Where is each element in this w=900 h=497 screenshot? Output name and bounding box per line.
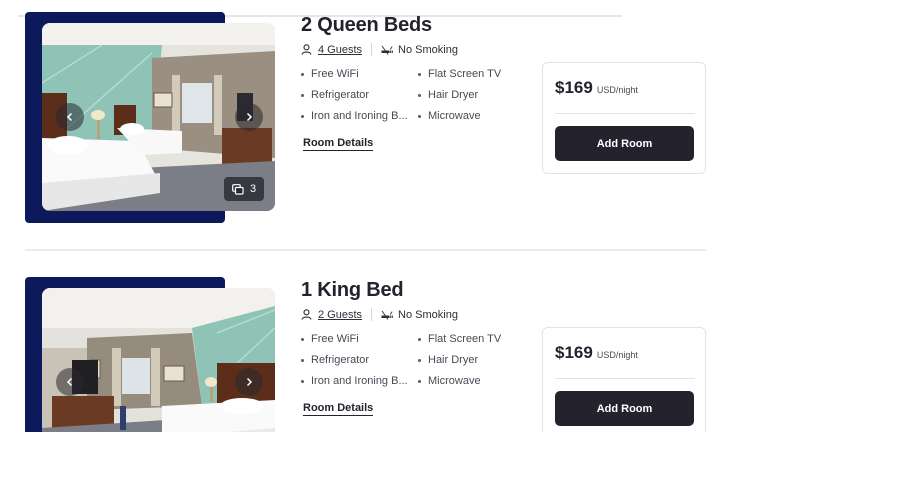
price-unit: USD/night — [596, 350, 638, 360]
amenity-item: Free WiFi — [301, 68, 418, 80]
amenities-list: Free WiFi Flat Screen TV Refrigerator Ha… — [301, 333, 521, 387]
room-results-viewport: 3 2 Queen Beds 4 Guests No Smoking Free … — [0, 0, 728, 432]
amenity-label: Refrigerator — [311, 354, 370, 366]
photo-prev-button[interactable] — [56, 368, 84, 396]
amenity-label: Microwave — [428, 110, 481, 122]
amenity-item: Free WiFi — [301, 333, 418, 345]
price-unit: USD/night — [596, 85, 638, 95]
amenity-item: Iron and Ironing B... — [301, 110, 418, 122]
gallery-icon — [232, 183, 244, 195]
smoking-policy: No Smoking — [398, 43, 458, 56]
amenity-item: Microwave — [418, 110, 521, 122]
amenity-label: Flat Screen TV — [428, 68, 502, 80]
meta-separator — [371, 308, 373, 321]
person-icon — [301, 309, 312, 320]
amenity-label: Microwave — [428, 375, 481, 387]
room-photo-carousel[interactable] — [42, 288, 275, 432]
price-amount: $169 — [555, 343, 593, 362]
price-row: $169 USD/night — [555, 78, 638, 98]
amenity-item: Flat Screen TV — [418, 68, 521, 80]
price-divider — [555, 113, 695, 114]
amenity-item: Hair Dryer — [418, 354, 521, 366]
amenity-label: Free WiFi — [311, 68, 359, 80]
amenity-item: Microwave — [418, 375, 521, 387]
no-smoking-icon — [381, 45, 393, 55]
room-divider — [25, 249, 706, 251]
amenity-item: Refrigerator — [301, 89, 418, 101]
room-meta: 2 Guests No Smoking — [301, 308, 458, 321]
amenity-item: Hair Dryer — [418, 89, 521, 101]
chevron-right-icon — [246, 377, 253, 387]
price-row: $169 USD/night — [555, 343, 638, 363]
bullet — [301, 114, 304, 118]
bullet — [301, 72, 304, 76]
photo-count-badge[interactable]: 3 — [224, 177, 265, 201]
bullet — [418, 337, 421, 341]
no-smoking-icon — [381, 310, 393, 320]
price-divider — [555, 378, 695, 379]
room-details-link[interactable]: Room Details — [303, 402, 374, 416]
bullet — [418, 379, 421, 383]
add-room-button[interactable]: Add Room — [555, 126, 694, 161]
person-icon — [301, 44, 312, 55]
price-card: $169 USD/night Add Room — [542, 327, 706, 432]
room-meta: 4 Guests No Smoking — [301, 43, 458, 56]
guests-link[interactable]: 2 Guests — [318, 309, 362, 321]
chevron-right-icon — [246, 112, 253, 122]
amenity-label: Hair Dryer — [428, 89, 479, 101]
room-photo-carousel[interactable]: 3 — [42, 23, 275, 211]
amenities-list: Free WiFi Flat Screen TV Refrigerator Ha… — [301, 68, 521, 122]
bullet — [301, 379, 304, 383]
room-card: 3 2 Queen Beds 4 Guests No Smoking Free … — [0, 10, 728, 230]
amenity-label: Flat Screen TV — [428, 333, 502, 345]
bullet — [301, 93, 304, 97]
amenity-item: Iron and Ironing B... — [301, 375, 418, 387]
amenity-item: Refrigerator — [301, 354, 418, 366]
photo-count: 3 — [250, 183, 257, 195]
bullet — [301, 337, 304, 341]
amenity-label: Refrigerator — [311, 89, 370, 101]
photo-prev-button[interactable] — [56, 103, 84, 131]
photo-next-button[interactable] — [235, 103, 263, 131]
bullet — [418, 358, 421, 362]
add-room-button[interactable]: Add Room — [555, 391, 694, 426]
room-title: 1 King Bed — [301, 279, 404, 301]
amenity-label: Iron and Ironing B... — [311, 375, 408, 387]
room-card: 1 King Bed 2 Guests No Smoking Free WiFi… — [0, 275, 728, 432]
room-details-link[interactable]: Room Details — [303, 137, 374, 151]
photo-next-button[interactable] — [235, 368, 263, 396]
bullet — [301, 358, 304, 362]
bullet — [418, 72, 421, 76]
smoking-policy: No Smoking — [398, 308, 458, 321]
chevron-left-icon — [66, 377, 73, 387]
chevron-left-icon — [66, 112, 73, 122]
amenity-label: Iron and Ironing B... — [311, 110, 408, 122]
room-title: 2 Queen Beds — [301, 14, 432, 36]
amenity-item: Flat Screen TV — [418, 333, 521, 345]
price-amount: $169 — [555, 78, 593, 97]
bullet — [418, 114, 421, 118]
price-card: $169 USD/night Add Room — [542, 62, 706, 174]
guests-link[interactable]: 4 Guests — [318, 44, 362, 56]
amenity-label: Hair Dryer — [428, 354, 479, 366]
amenity-label: Free WiFi — [311, 333, 359, 345]
bullet — [418, 93, 421, 97]
room-photo — [42, 288, 275, 432]
meta-separator — [371, 43, 373, 56]
